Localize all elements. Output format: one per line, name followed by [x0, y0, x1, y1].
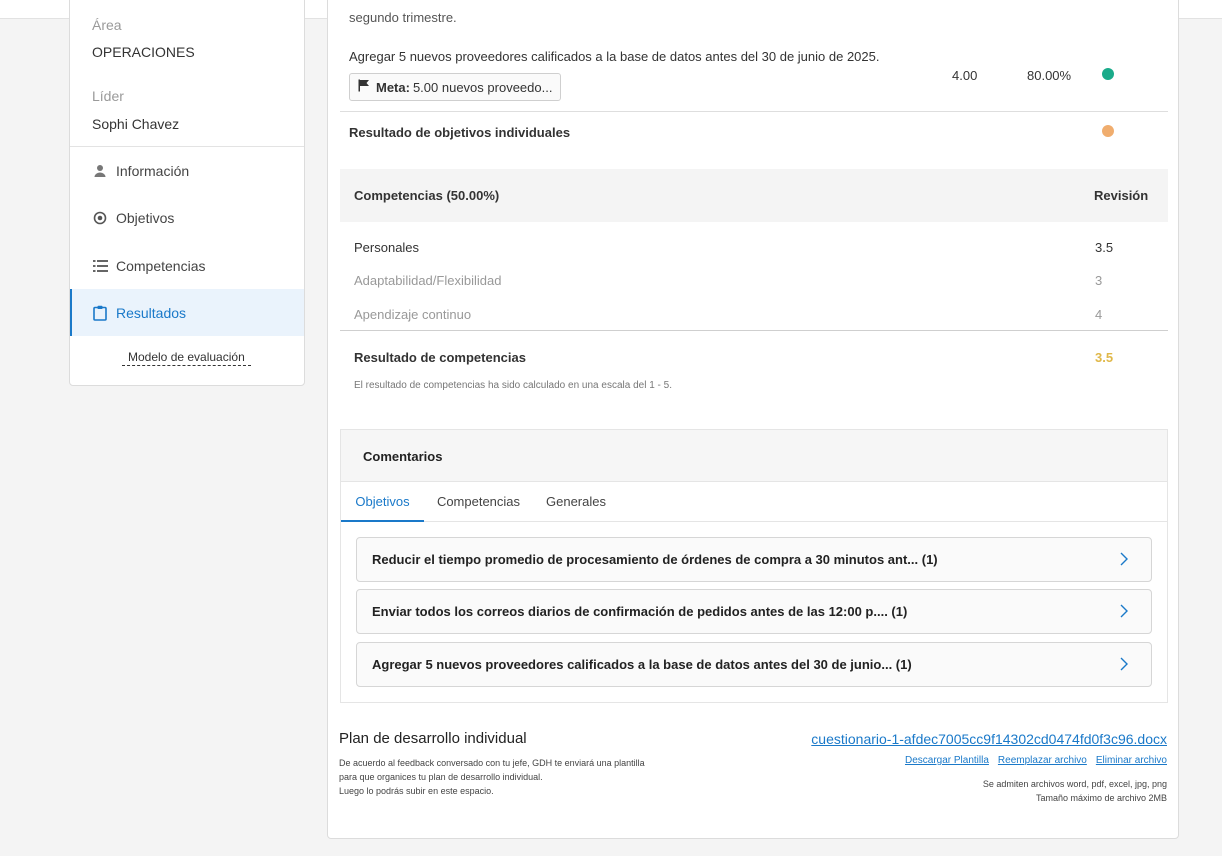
competency-name: Personales	[354, 240, 420, 255]
plan-description: De acuerdo al feedback conversado con tu…	[339, 756, 645, 798]
plan-description-line: Luego lo podrás subir en este espacio.	[339, 786, 494, 796]
competencies-header: Competencias (50.00%) Revisión	[340, 169, 1168, 222]
comment-item-label: Agregar 5 nuevos proveedores calificados…	[372, 657, 912, 672]
objective-text: Agregar 5 nuevos proveedores calificados…	[349, 49, 880, 64]
plan-description-line: para que organices tu plan de desarrollo…	[339, 772, 543, 782]
sidebar: Área OPERACIONES Líder Sophi Chavez Info…	[69, 0, 305, 386]
sidebar-item-objetivos[interactable]: Objetivos	[70, 194, 304, 241]
leader-label: Líder	[92, 88, 124, 104]
divider	[340, 111, 1168, 112]
uploaded-file-link[interactable]: cuestionario-1-afdec7005cc9f14302cd0474f…	[811, 731, 1167, 747]
leader-value: Sophi Chavez	[92, 116, 180, 132]
comment-item-label: Reducir el tiempo promedio de procesamie…	[372, 552, 938, 567]
chevron-right-icon	[1117, 551, 1131, 567]
goal-value: 5.00 nuevos proveedo...	[412, 79, 553, 95]
list-icon	[92, 258, 108, 274]
competency-name: Adaptabilidad/Flexibilidad	[354, 273, 502, 288]
target-icon	[92, 210, 108, 226]
evaluation-model-link[interactable]: Modelo de evaluación	[122, 350, 251, 366]
sidebar-item-informacion[interactable]: Información	[70, 147, 304, 194]
competencies-note: El resultado de competencias ha sido cal…	[354, 380, 672, 391]
tab-competencias[interactable]: Competencias	[431, 482, 526, 522]
comments-tabs: Objetivos Competencias Generales	[341, 482, 1167, 522]
competencies-result-label: Resultado de competencias	[354, 350, 526, 365]
comments-title: Comentarios	[363, 449, 443, 464]
sidebar-item-competencias[interactable]: Competencias	[70, 242, 304, 289]
file-actions: Descargar Plantilla Reemplazar archivo E…	[905, 755, 1167, 766]
sidebar-item-label: Competencias	[116, 257, 206, 274]
plan-title: Plan de desarrollo individual	[339, 730, 527, 747]
sidebar-item-label: Información	[116, 162, 190, 179]
tab-generales[interactable]: Generales	[539, 482, 613, 522]
comments-panel: Comentarios Objetivos Competencias Gener…	[340, 429, 1168, 703]
max-size-text: Tamaño máximo de archivo 2MB	[1035, 793, 1167, 803]
delete-file-link[interactable]: Eliminar archivo	[1096, 755, 1167, 766]
objective-score: 4.00	[952, 68, 978, 83]
comments-header: Comentarios	[341, 430, 1167, 482]
user-icon	[92, 163, 108, 179]
tab-objetivos[interactable]: Objetivos	[341, 482, 424, 522]
replace-file-link[interactable]: Reemplazar archivo	[998, 755, 1087, 766]
clipboard-icon	[92, 305, 108, 321]
area-label: Área	[92, 17, 122, 33]
sidebar-item-resultados[interactable]: Resultados	[70, 289, 304, 336]
objective-percent: 80.00%	[1027, 68, 1072, 83]
plan-description-line: De acuerdo al feedback conversado con tu…	[339, 758, 645, 768]
results-card: segundo trimestre. Agregar 5 nuevos prov…	[327, 0, 1179, 839]
file-constraints: Se admiten archivos word, pdf, excel, jp…	[983, 777, 1167, 805]
comment-accordion-item[interactable]: Enviar todos los correos diarios de conf…	[356, 589, 1152, 634]
competency-value: 4	[1095, 307, 1103, 322]
download-template-link[interactable]: Descargar Plantilla	[905, 755, 989, 766]
review-header: Revisión	[1094, 188, 1149, 203]
flag-icon	[358, 79, 370, 95]
competencies-title: Competencias (50.00%)	[354, 188, 500, 203]
objectives-result-label: Resultado de objetivos individuales	[349, 125, 571, 140]
goal-button[interactable]: Meta: 5.00 nuevos proveedo...	[349, 73, 562, 101]
objective-status-dot	[1102, 68, 1114, 80]
competencies-result-value: 3.5	[1095, 350, 1114, 365]
competency-name: Apendizaje continuo	[354, 307, 472, 322]
sidebar-item-label: Resultados	[116, 304, 187, 321]
competency-value: 3	[1095, 273, 1103, 288]
chevron-right-icon	[1117, 656, 1131, 672]
goal-label: Meta:	[376, 79, 410, 95]
objectives-result-dot	[1102, 125, 1114, 137]
comment-item-label: Enviar todos los correos diarios de conf…	[372, 604, 908, 619]
comment-accordion-item[interactable]: Agregar 5 nuevos proveedores calificados…	[356, 642, 1152, 687]
comment-accordion-item[interactable]: Reducir el tiempo promedio de procesamie…	[356, 537, 1152, 582]
objective-partial-text: segundo trimestre.	[349, 10, 457, 25]
allowed-formats-text: Se admiten archivos word, pdf, excel, jp…	[982, 779, 1167, 789]
competency-value: 3.5	[1095, 240, 1114, 255]
divider	[340, 330, 1168, 331]
sidebar-item-label: Objetivos	[116, 209, 175, 226]
area-value: OPERACIONES	[92, 44, 195, 60]
chevron-right-icon	[1117, 603, 1131, 619]
